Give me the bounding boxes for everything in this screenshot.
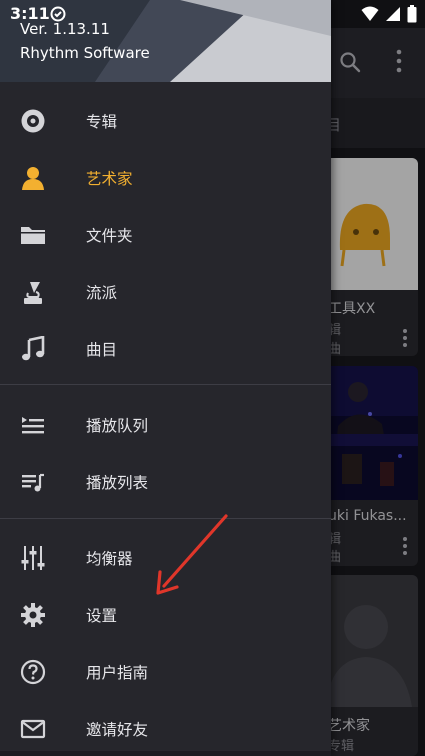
drawer-divider: [0, 518, 331, 519]
navigation-drawer: Ver. 1.13.11 Rhythm Software 专辑 艺术家 文件夹: [0, 0, 331, 756]
drawer-item-label: 曲目: [86, 341, 118, 359]
drawer-item-invite-friends[interactable]: 邀请好友: [0, 700, 331, 756]
mail-icon: [20, 719, 46, 739]
drawer-item-label: 播放队列: [86, 417, 149, 435]
status-time: 3:11: [10, 4, 50, 23]
sync-icon: [50, 6, 66, 22]
gear-icon: [21, 603, 45, 627]
gramophone-icon: [24, 282, 42, 304]
drawer-item-albums[interactable]: 专辑: [0, 92, 331, 149]
status-icons: [361, 5, 417, 23]
equalizer-icon: [21, 546, 45, 570]
wifi-icon: [361, 6, 379, 21]
drawer-divider: [0, 384, 331, 385]
drawer-item-label: 播放列表: [86, 474, 149, 492]
drawer-item-user-guide[interactable]: 用户指南: [0, 643, 331, 700]
drawer-item-genres[interactable]: 流派: [0, 263, 331, 320]
drawer-item-equalizer[interactable]: 均衡器: [0, 529, 331, 586]
gesture-bar: [0, 751, 331, 756]
album-icon: [21, 109, 45, 133]
drawer-item-tracks[interactable]: 曲目: [0, 320, 331, 377]
drawer-item-label: 文件夹: [86, 227, 133, 245]
drawer-item-settings[interactable]: 设置: [0, 586, 331, 643]
signal-icon: [386, 7, 400, 21]
drawer-item-label: 设置: [86, 607, 118, 625]
status-bar: 3:11: [0, 0, 425, 28]
drawer-item-label: 用户指南: [86, 664, 149, 682]
drawer-item-play-queue[interactable]: 播放队列: [0, 396, 331, 453]
artist-icon: [22, 167, 44, 190]
drawer-item-label: 邀请好友: [86, 721, 149, 739]
queue-icon: [22, 417, 44, 434]
drawer-item-artists[interactable]: 艺术家: [0, 149, 331, 206]
help-icon: [20, 659, 46, 685]
company-name: Rhythm Software: [20, 44, 150, 62]
drawer-item-folders[interactable]: 文件夹: [0, 206, 331, 263]
drawer-item-label: 专辑: [86, 113, 118, 131]
music-note-icon: [22, 336, 45, 361]
drawer-item-playlists[interactable]: 播放列表: [0, 453, 331, 510]
folder-icon: [21, 227, 45, 244]
battery-icon: [407, 5, 417, 23]
drawer-item-label: 均衡器: [86, 550, 133, 568]
drawer-item-label: 艺术家: [86, 170, 133, 188]
drawer-item-label: 流派: [86, 284, 118, 302]
playlist-icon: [22, 473, 44, 492]
